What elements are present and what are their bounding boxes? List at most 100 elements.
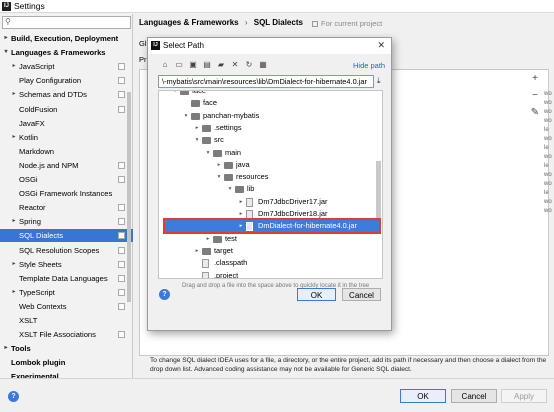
dialog-cancel-button[interactable]: Cancel <box>342 288 381 301</box>
expand-right-icon[interactable]: ▸ <box>237 208 245 220</box>
ok-button[interactable]: OK <box>400 389 446 403</box>
folder-node[interactable]: ▾ panchan-mybatis <box>159 110 382 122</box>
dialog-title-bar: IJ Select Path ✕ <box>148 38 391 54</box>
desktop-icon[interactable]: ▭ <box>174 60 184 70</box>
chevron-right-icon[interactable]: ▸ <box>2 32 10 45</box>
new-folder-icon[interactable]: ▰ <box>216 60 226 70</box>
chevron-right-icon[interactable]: ▸ <box>10 131 18 144</box>
sidebar-item-label: XSLT File Associations <box>19 330 96 340</box>
folder-node[interactable]: ▸ target <box>159 245 382 257</box>
expand-down-icon[interactable]: ▾ <box>215 171 223 183</box>
file-node[interactable]: .classpath <box>159 257 382 269</box>
sidebar-item[interactable]: ColdFusion <box>0 103 133 116</box>
path-field[interactable]: \-mybatis\src\main\resources\lib\DmDiale… <box>158 75 374 88</box>
project-config-icon <box>118 232 125 240</box>
file-node[interactable]: .project <box>159 270 382 279</box>
dialog-ok-button[interactable]: OK <box>297 288 336 301</box>
project-icon[interactable]: ▣ <box>188 60 198 70</box>
cancel-button[interactable]: Cancel <box>451 389 497 403</box>
expand-right-icon[interactable]: ▸ <box>193 245 201 257</box>
delete-icon[interactable]: ✕ <box>230 60 240 70</box>
chevron-right-icon[interactable]: ▸ <box>10 286 18 299</box>
folder-node[interactable]: ▸ test <box>159 233 382 245</box>
help-icon[interactable]: ? <box>8 391 19 402</box>
sidebar-item[interactable]: ▸ Tools <box>0 342 133 355</box>
sidebar-item[interactable]: Markdown <box>0 145 133 158</box>
home-icon[interactable]: ⌂ <box>160 60 170 70</box>
hide-path-link[interactable]: Hide path <box>353 61 385 70</box>
expand-down-icon[interactable]: ▾ <box>204 147 212 159</box>
dialog-toolbar: ⌂ ▭ ▣ ▤ ▰ ✕ ↻ ▦ <box>160 60 385 72</box>
close-icon[interactable]: ✕ <box>377 40 385 51</box>
sidebar-item[interactable]: OSGi <box>0 173 133 186</box>
dialog-help-icon[interactable]: ? <box>159 289 170 300</box>
folder-node[interactable]: ▾ lib <box>159 183 382 195</box>
sidebar-item[interactable]: Web Contexts <box>0 300 133 313</box>
edit-icon[interactable]: ✎ <box>528 106 542 120</box>
folder-node[interactable]: ▾ resources <box>159 171 382 183</box>
chevron-right-icon[interactable]: ▸ <box>10 88 18 101</box>
tree-node-label: .project <box>214 270 239 279</box>
sidebar-item[interactable]: ▸ Schemas and DTDs <box>0 88 133 101</box>
file-icon <box>202 271 209 278</box>
chevron-right-icon[interactable]: ▸ <box>10 215 18 228</box>
sidebar-item[interactable]: XSLT <box>0 314 133 327</box>
breadcrumb-parent[interactable]: Languages & Frameworks <box>139 18 239 27</box>
expand-right-icon[interactable]: ▸ <box>237 220 245 232</box>
expand-down-icon[interactable]: ▾ <box>193 134 201 146</box>
sidebar-item[interactable]: ▸ Style Sheets <box>0 258 133 271</box>
sidebar-item[interactable]: Play Configuration <box>0 74 133 87</box>
intellij-app-icon: IJ <box>2 2 11 11</box>
sidebar-item[interactable]: JavaFX <box>0 117 133 130</box>
tree-node-label: DmDialect-for-hibernate4.0.jar <box>258 221 357 231</box>
sidebar-item[interactable]: ▸ TypeScript <box>0 286 133 299</box>
sidebar-item[interactable]: Template Data Languages <box>0 272 133 285</box>
chevron-right-icon[interactable]: ▸ <box>2 342 10 355</box>
add-icon[interactable]: + <box>528 72 542 86</box>
sidebar-item[interactable]: SQL Resolution Scopes <box>0 244 133 257</box>
expand-right-icon[interactable]: ▸ <box>193 122 201 134</box>
expand-right-icon[interactable]: ▸ <box>237 196 245 208</box>
apply-button[interactable]: Apply <box>501 389 547 403</box>
folder-node[interactable]: ▸ java <box>159 159 382 171</box>
sidebar-item-label: Style Sheets <box>19 259 62 269</box>
chevron-right-icon[interactable]: ▸ <box>10 60 18 73</box>
refresh-icon[interactable]: ↻ <box>244 60 254 70</box>
expand-right-icon[interactable]: ▸ <box>204 233 212 245</box>
folder-node[interactable]: face <box>159 97 382 109</box>
expand-down-icon[interactable]: ▾ <box>171 91 179 97</box>
sidebar-item[interactable]: ▾ Languages & Frameworks <box>0 46 133 59</box>
folder-icon <box>213 149 222 157</box>
file-node[interactable]: ▸ DmDialect-for-hibernate4.0.jar <box>163 218 381 235</box>
sidebar-scrollbar[interactable] <box>127 92 131 302</box>
folder-node[interactable]: ▾ main <box>159 147 382 159</box>
folder-node[interactable]: ▸ .settings <box>159 122 382 134</box>
sidebar-item[interactable]: Reactor <box>0 201 133 214</box>
expand-right-icon[interactable]: ▸ <box>215 159 223 171</box>
folder-node[interactable]: ▾ face <box>159 91 382 97</box>
file-node[interactable]: ▸ Dm7JdbcDriver18.jar <box>159 208 382 220</box>
sidebar-item[interactable]: ▸ JavaScript <box>0 60 133 73</box>
chevron-down-icon[interactable]: ▾ <box>2 46 10 59</box>
sidebar-item[interactable]: Node.js and NPM <box>0 159 133 172</box>
sidebar-item[interactable]: XSLT File Associations <box>0 328 133 341</box>
chevron-right-icon[interactable]: ▸ <box>10 258 18 271</box>
settings-search-box[interactable]: ⚲ <box>2 16 131 29</box>
sidebar-item[interactable]: SQL Dialects <box>0 229 133 243</box>
folder-node[interactable]: ▾ src <box>159 134 382 146</box>
module-icon[interactable]: ▤ <box>202 60 212 70</box>
settings-search-input[interactable] <box>17 18 127 27</box>
tree-node-label: resources <box>236 172 269 182</box>
sidebar-item[interactable]: ▸ Kotlin <box>0 131 133 144</box>
sidebar-item-label: Schemas and DTDs <box>19 90 87 100</box>
show-hidden-icon[interactable]: ▦ <box>258 60 268 70</box>
sidebar-item[interactable]: ▸ Build, Execution, Deployment <box>0 32 133 45</box>
sidebar-item[interactable]: Lombok plugin <box>0 356 133 369</box>
remove-icon[interactable]: − <box>528 89 542 103</box>
sidebar-item[interactable]: ▸ Spring <box>0 215 133 228</box>
file-node[interactable]: ▸ Dm7JdbcDriver17.jar <box>159 196 382 208</box>
expand-down-icon[interactable]: ▾ <box>226 183 234 195</box>
path-go-icon[interactable]: ⤓ <box>377 76 381 86</box>
sidebar-item[interactable]: OSGi Framework Instances <box>0 187 133 200</box>
expand-down-icon[interactable]: ▾ <box>182 110 190 122</box>
